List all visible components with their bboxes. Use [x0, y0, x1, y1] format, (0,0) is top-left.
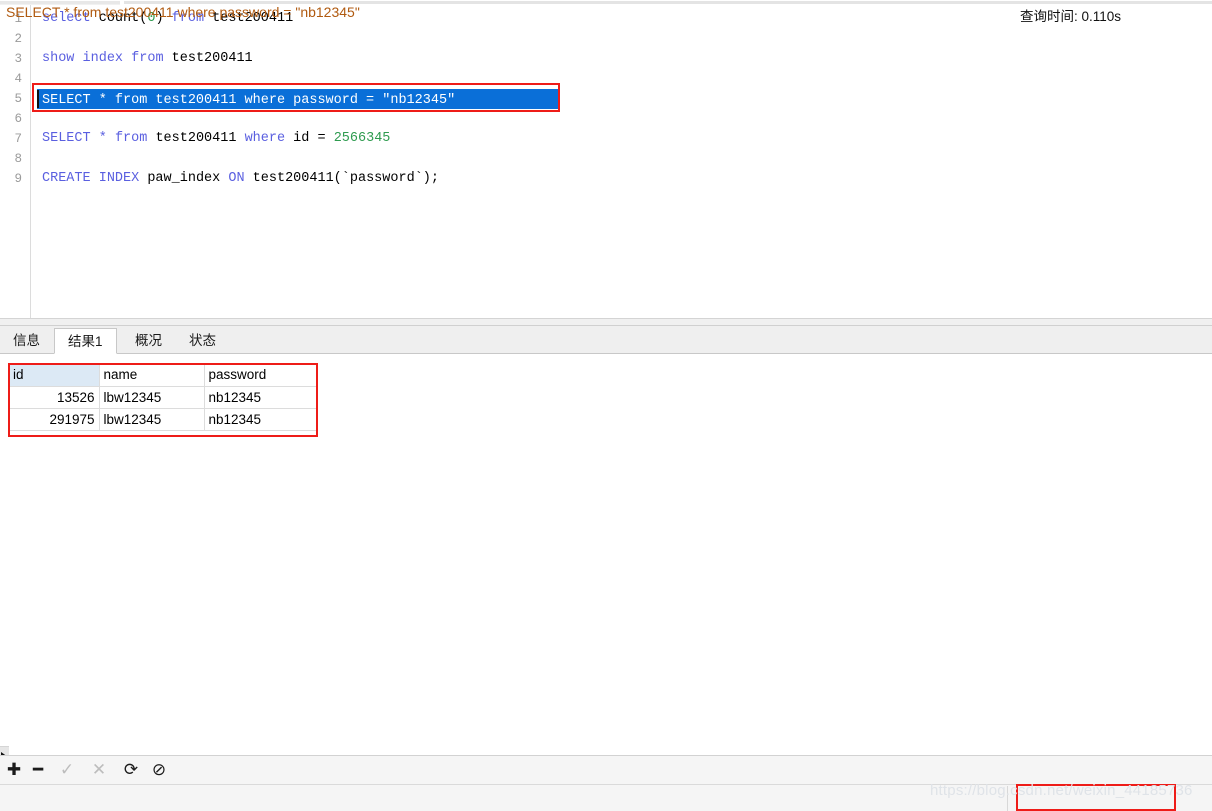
- editor-line-8[interactable]: 8: [0, 149, 1212, 169]
- result-table-header-row[interactable]: id name password: [9, 364, 318, 387]
- token-kw: SELECT: [42, 131, 91, 146]
- cell-id[interactable]: 291975: [9, 408, 100, 431]
- result-tab-2[interactable]: 结果1: [54, 328, 117, 354]
- line-number-9: 9: [14, 172, 22, 186]
- editor-line-4[interactable]: 4: [0, 69, 1212, 89]
- line-number-2: 2: [14, 32, 22, 46]
- panel-splitter[interactable]: [0, 318, 1212, 326]
- sql-editor[interactable]: 1 select count(0) from test200411 2 3 show i…: [0, 5, 1212, 318]
- text-caret: [37, 90, 39, 108]
- line-number-5: 5: [14, 92, 22, 106]
- add-record-button[interactable]: ✚: [4, 760, 24, 780]
- token-plain: SELECT * from test200411 where password …: [42, 93, 456, 108]
- editor-line-text: show index from test200411: [42, 49, 253, 69]
- table-row[interactable]: 291975 lbw12345 nb12345: [9, 408, 318, 431]
- delete-record-button[interactable]: ━: [28, 760, 48, 780]
- editor-line-2[interactable]: 2: [0, 29, 1212, 49]
- editor-line-3[interactable]: 3 show index from test200411: [0, 49, 1212, 69]
- editor-line-text: SELECT * from test200411 where id = 2566…: [42, 129, 390, 149]
- column-header-name[interactable]: name: [99, 364, 205, 387]
- grid-toolbar[interactable]: ✚ ━ ✓ ✕ ⟳ ⊘: [0, 756, 1212, 784]
- token-plain: test200411: [163, 51, 253, 66]
- token-kw: show: [42, 51, 75, 66]
- editor-line-text: SELECT * from test200411 where password …: [42, 93, 455, 108]
- token-kw: ON: [228, 171, 245, 186]
- token-kw: INDEX: [98, 171, 140, 186]
- result-table-head: id name password: [9, 364, 318, 387]
- editor-line-7[interactable]: 7 SELECT * from test200411 where id = 256…: [0, 129, 1212, 149]
- cell-name[interactable]: lbw12345: [99, 408, 205, 431]
- apply-changes-button: ✓: [59, 760, 75, 780]
- result-table-body[interactable]: 13526 lbw12345 nb12345 291975 lbw12345 nb1234…: [9, 386, 318, 431]
- stop-button[interactable]: ⊘: [149, 760, 169, 780]
- result-tab-strip[interactable]: 信息 结果1 概况 状态: [0, 326, 1212, 354]
- column-header-id[interactable]: id: [9, 364, 100, 387]
- token-plain: test200411: [147, 131, 245, 146]
- token-num: 2566345: [333, 131, 391, 146]
- token-plain: id =: [285, 131, 334, 146]
- token-kw: index: [82, 51, 124, 66]
- cell-password[interactable]: nb12345: [204, 386, 318, 409]
- cell-name[interactable]: lbw12345: [99, 386, 205, 409]
- cancel-changes-button: ✕: [91, 760, 107, 780]
- table-row[interactable]: 13526 lbw12345 nb12345: [9, 386, 318, 409]
- editor-line-6[interactable]: 6: [0, 109, 1212, 129]
- cell-id[interactable]: 13526: [9, 386, 100, 409]
- token-plain: test200411(`password`);: [244, 171, 439, 186]
- editor-line-5[interactable]: 5 SELECT * from test200411 where password…: [0, 89, 1212, 109]
- token-kw: from: [131, 51, 164, 66]
- line-number-3: 3: [14, 52, 22, 66]
- result-tab-4[interactable]: 状态: [176, 328, 229, 354]
- line-number-8: 8: [14, 152, 22, 166]
- editor-line-text: CREATE INDEX paw_index ON test200411(`pa…: [42, 169, 439, 189]
- result-tab-3[interactable]: 概况: [122, 328, 175, 354]
- token-kw: where: [244, 131, 286, 146]
- editor-line-9[interactable]: 9 CREATE INDEX paw_index ON test200411(`p…: [0, 169, 1212, 189]
- cell-password[interactable]: nb12345: [204, 408, 318, 431]
- result-table[interactable]: id name password 13526 lbw12345 nb12345 29197…: [9, 364, 318, 431]
- result-grid-panel[interactable]: id name password 13526 lbw12345 nb12345 29197…: [0, 354, 1212, 790]
- line-number-4: 4: [14, 72, 22, 86]
- status-bar-sql-text: SELECT * from test200411 where password …: [6, 4, 360, 20]
- column-header-password[interactable]: password: [204, 364, 318, 387]
- token-kw: from: [114, 131, 148, 146]
- refresh-button[interactable]: ⟳: [121, 760, 141, 780]
- line-number-6: 6: [14, 112, 22, 126]
- result-tab-1[interactable]: 信息: [0, 328, 53, 354]
- watermark-text: https://blog.csdn.net/weixin_44185736: [930, 782, 1193, 799]
- line-number-7: 7: [14, 132, 22, 146]
- token-kw: CREATE: [42, 171, 91, 186]
- token-kw: *: [98, 131, 107, 146]
- token-plain: paw_index: [139, 171, 229, 186]
- query-time-label: 查询时间: 0.110s: [1020, 9, 1122, 24]
